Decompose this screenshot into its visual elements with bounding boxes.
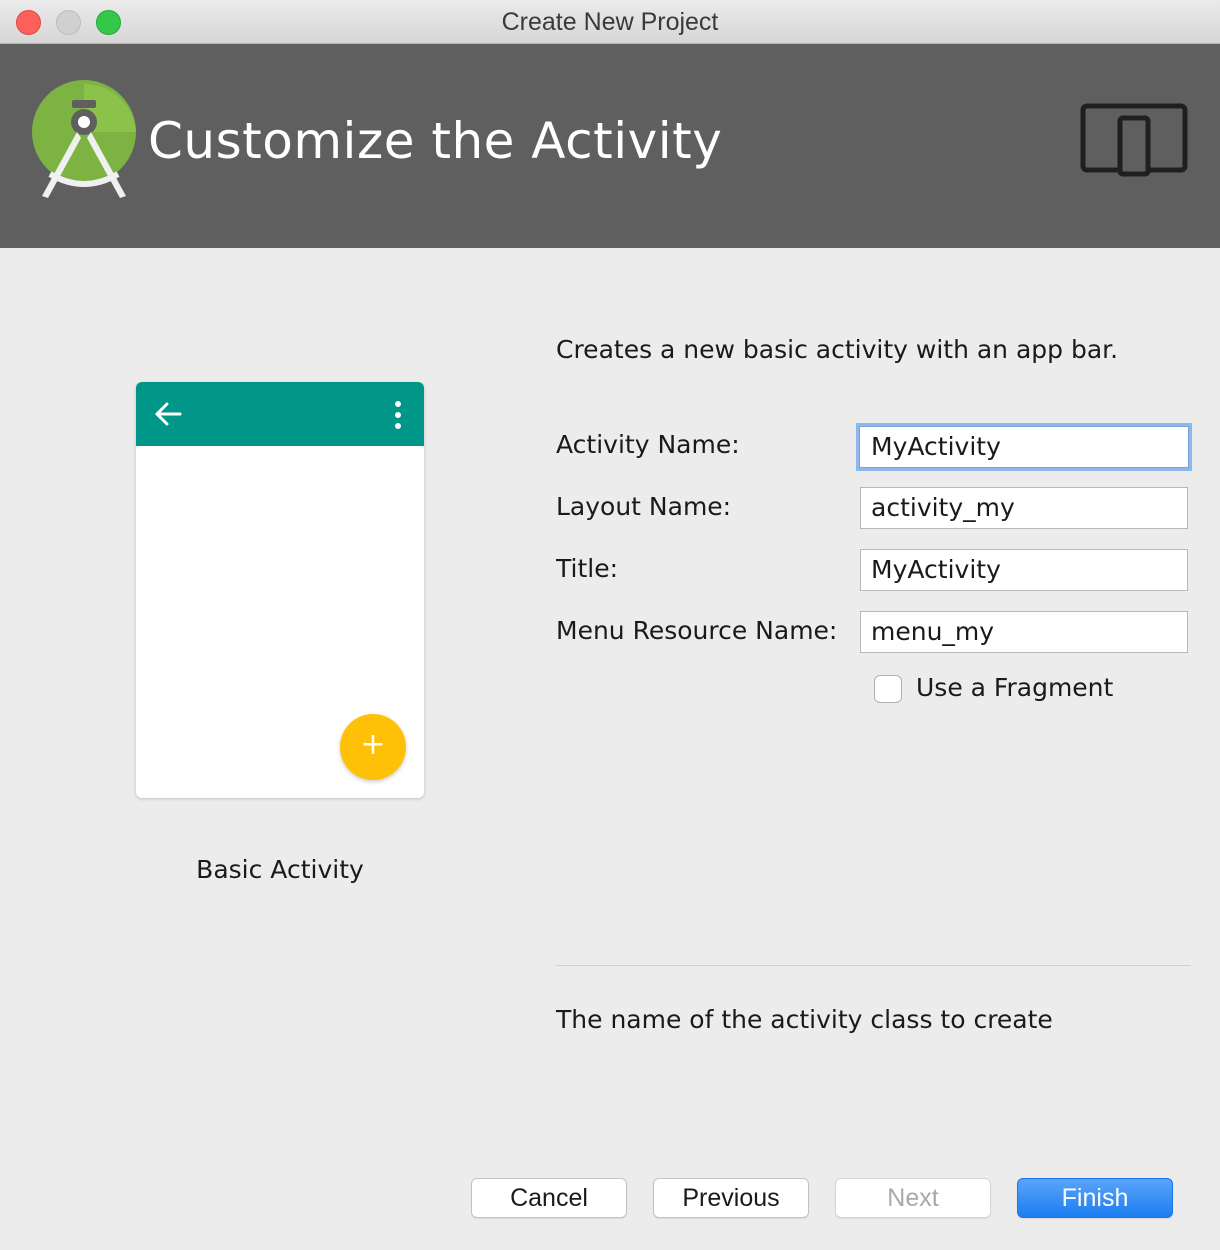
template-name: Basic Activity [196,855,364,884]
overflow-menu-icon [395,401,401,429]
layout-name-field[interactable]: activity_my [860,487,1188,529]
next-button[interactable]: Next [835,1178,991,1218]
finish-button[interactable]: Finish [1017,1178,1173,1218]
layout-name-label: Layout Name: [556,492,732,521]
android-studio-icon [32,80,136,198]
use-fragment-label[interactable]: Use a Fragment [916,673,1113,702]
tablet-phone-icon [1080,103,1188,177]
preview-app-bar [136,382,424,446]
use-fragment-checkbox[interactable] [874,675,902,703]
window-titlebar: Create New Project [0,0,1220,44]
menu-resource-name-field[interactable]: menu_my [860,611,1188,653]
previous-button[interactable]: Previous [653,1178,809,1218]
wizard-header: Customize the Activity [0,44,1220,248]
activity-name-field[interactable]: MyActivity [856,423,1192,471]
menu-resource-name-label: Menu Resource Name: [556,616,838,645]
activity-preview-card: + [136,382,424,798]
template-description: Creates a new basic activity with an app… [556,335,1119,364]
title-field[interactable]: MyActivity [860,549,1188,591]
window-title: Create New Project [501,8,719,36]
field-help-text: The name of the activity class to create [556,1005,1053,1034]
cancel-button[interactable]: Cancel [471,1178,627,1218]
preview-fab-plus-icon: + [340,714,406,780]
back-arrow-icon [154,402,182,426]
divider [556,965,1191,966]
page-title: Customize the Activity [148,112,723,170]
activity-name-label: Activity Name: [556,430,740,459]
title-label: Title: [556,554,618,583]
